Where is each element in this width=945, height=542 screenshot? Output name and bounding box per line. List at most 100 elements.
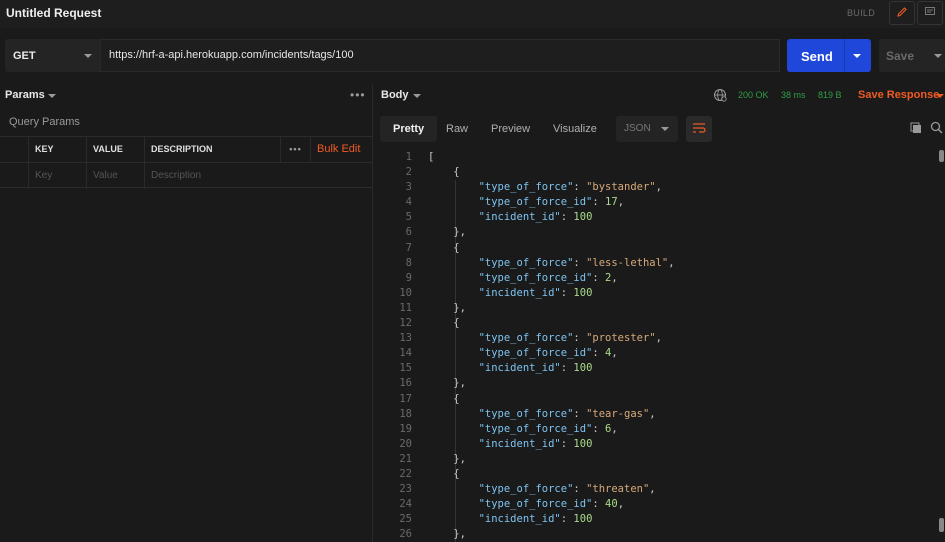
code-token: ,	[655, 181, 662, 194]
code-line: 23 "type_of_force": "threaten",	[381, 482, 935, 497]
scrollbar-thumb-top[interactable]	[939, 150, 944, 162]
value-input[interactable]: Value	[86, 163, 144, 189]
tab-preview[interactable]: Preview	[478, 116, 543, 142]
body-chevron-down-icon[interactable]	[413, 94, 421, 98]
code-token: "type_of_force_id"	[478, 271, 593, 284]
line-number: 16	[399, 377, 412, 390]
code-line: 26 },	[381, 527, 935, 542]
code-token: {	[453, 317, 460, 330]
value-column-header: VALUE	[86, 137, 144, 163]
code-text: "type_of_force_id": 17,	[428, 195, 624, 210]
format-select[interactable]: JSON	[616, 116, 678, 142]
code-token: "tear-gas"	[586, 407, 650, 420]
line-number: 24	[399, 498, 412, 511]
code-text: "type_of_force": "bystander",	[428, 180, 662, 195]
code-text: },	[428, 225, 466, 240]
code-token: :	[573, 332, 587, 345]
code-token: {	[453, 166, 460, 179]
code-token: :	[573, 256, 587, 269]
line-number: 5	[405, 211, 412, 224]
save-options-chevron-icon[interactable]	[934, 54, 942, 58]
code-token: },	[453, 377, 466, 390]
search-icon[interactable]	[930, 121, 943, 137]
wrap-lines-button[interactable]	[686, 116, 712, 142]
send-options-chevron-icon[interactable]	[853, 54, 861, 58]
bulk-edit-link[interactable]: Bulk Edit	[310, 137, 372, 163]
url-input[interactable]: https://hrf-a-api.herokuapp.com/incident…	[100, 39, 780, 72]
edit-request-button[interactable]	[889, 1, 915, 25]
params-header-row: KEY VALUE DESCRIPTION ••• Bulk Edit	[0, 136, 372, 163]
code-line: 19 "type_of_force_id": 6,	[381, 422, 935, 437]
params-chevron-down-icon[interactable]	[48, 94, 56, 98]
code-token: 100	[573, 437, 593, 450]
row-checkbox[interactable]	[0, 163, 28, 189]
description-input[interactable]: Description	[144, 163, 280, 189]
code-line: 13 "type_of_force": "protester",	[381, 331, 935, 346]
code-token: {	[453, 467, 460, 480]
save-label: Save	[886, 49, 915, 63]
copy-icon[interactable]	[910, 122, 922, 137]
line-number: 10	[399, 286, 412, 299]
key-column-header: KEY	[28, 137, 86, 163]
code-token: ,	[617, 196, 625, 209]
method-select[interactable]: GET	[5, 39, 100, 72]
code-text: "type_of_force": "tear-gas",	[428, 407, 656, 422]
code-line: 25 "incident_id": 100	[381, 512, 935, 527]
line-number: 20	[399, 437, 412, 450]
code-token: :	[573, 483, 587, 496]
key-input[interactable]: Key	[28, 163, 86, 189]
status-badge[interactable]: 200 OK	[738, 90, 769, 100]
line-number: 4	[405, 196, 412, 209]
code-token: "threaten"	[586, 483, 650, 496]
code-token: ,	[649, 407, 656, 420]
code-token: :	[560, 513, 574, 526]
line-number: 9	[405, 271, 412, 284]
build-mode-label[interactable]: BUILD	[847, 8, 875, 18]
code-line: 11 },	[381, 301, 935, 316]
response-body-editor[interactable]: 1[2 {3 "type_of_force": "bystander", 4 "t…	[381, 150, 935, 542]
code-token: "type_of_force"	[478, 407, 574, 420]
more-options-icon[interactable]: •••	[350, 88, 366, 102]
tab-visualize[interactable]: Visualize	[540, 116, 610, 142]
code-text: "incident_id": 100	[428, 361, 593, 376]
code-token: "bystander"	[586, 181, 656, 194]
save-response-button[interactable]: Save Response	[858, 89, 939, 101]
scrollbar-thumb-bottom[interactable]	[939, 518, 944, 532]
tab-pretty[interactable]: Pretty	[380, 116, 438, 142]
line-number: 26	[399, 528, 412, 541]
column-options-icon[interactable]: •••	[280, 137, 310, 163]
line-number: 13	[399, 332, 412, 345]
save-button[interactable]: Save	[879, 39, 945, 72]
tab-raw[interactable]: Raw	[433, 116, 481, 142]
url-bar: GET https://hrf-a-api.herokuapp.com/inci…	[0, 36, 945, 76]
query-params-table: KEY VALUE DESCRIPTION ••• Bulk Edit Key …	[0, 136, 372, 189]
line-number: 14	[399, 347, 412, 360]
response-size[interactable]: 819 B	[818, 90, 842, 100]
code-text: "incident_id": 100	[428, 437, 593, 452]
code-line: 24 "type_of_force_id": 40,	[381, 497, 935, 512]
code-line: 22 {	[381, 467, 935, 482]
code-text: },	[428, 527, 466, 542]
tab-params[interactable]: Params	[5, 89, 45, 101]
tab-body[interactable]: Body	[381, 89, 409, 101]
params-empty-row: Key Value Description	[0, 162, 372, 189]
code-text: {	[428, 165, 460, 180]
request-title[interactable]: Untitled Request	[6, 6, 101, 20]
globe-icon[interactable]	[713, 88, 727, 105]
code-text: "incident_id": 100	[428, 286, 593, 301]
code-token: 17	[605, 196, 618, 209]
save-response-chevron-icon[interactable]	[936, 94, 944, 98]
vertical-scrollbar[interactable]	[939, 150, 945, 542]
code-token: ,	[617, 498, 625, 511]
code-token: "type_of_force"	[478, 181, 574, 194]
send-button[interactable]: Send	[787, 39, 871, 72]
response-time[interactable]: 38 ms	[781, 90, 806, 100]
comments-button[interactable]	[917, 1, 943, 25]
line-number: 23	[399, 483, 412, 496]
code-token: "type_of_force_id"	[478, 498, 593, 511]
line-number: 15	[399, 362, 412, 375]
code-token: [	[428, 151, 435, 163]
code-token: ,	[668, 256, 675, 269]
code-token: ,	[611, 271, 618, 284]
code-line: 3 "type_of_force": "bystander",	[381, 180, 935, 195]
